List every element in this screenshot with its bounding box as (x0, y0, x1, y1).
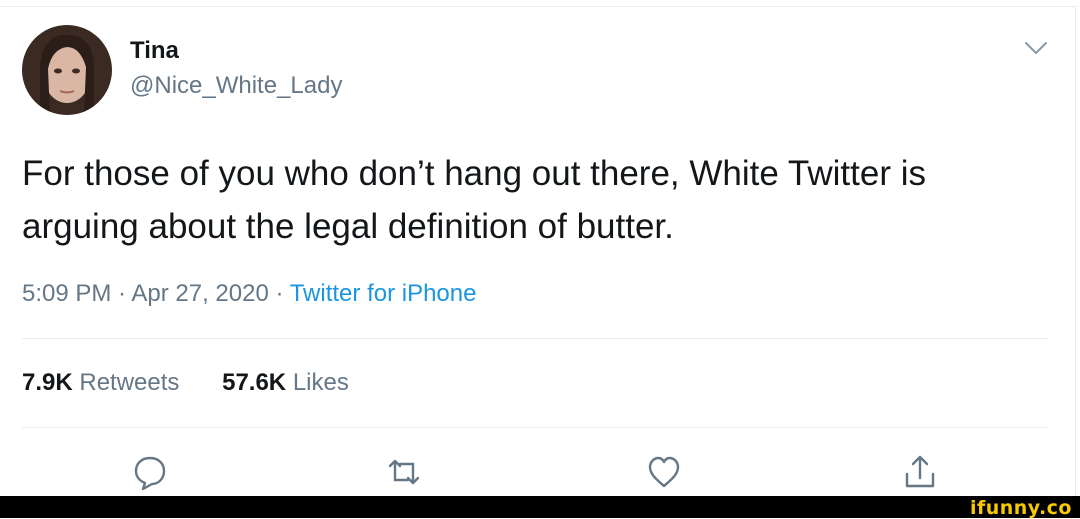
ifunny-watermark: ifunny.co (969, 497, 1072, 519)
watermark-bar (0, 496, 1080, 518)
avatar[interactable] (22, 25, 112, 115)
tweet-source[interactable]: Twitter for iPhone (290, 280, 477, 307)
tweet-timestamp[interactable]: 5:09 PM · Apr 27, 2020 · (22, 280, 290, 307)
likes-label: Likes (292, 369, 349, 396)
share-icon[interactable] (902, 452, 938, 492)
likes-stat[interactable]: 57.6K Likes (222, 369, 349, 397)
tweet-meta: 5:09 PM · Apr 27, 2020 · Twitter for iPh… (22, 280, 476, 308)
author-name[interactable]: Tina (130, 37, 179, 65)
retweets-count: 7.9K (22, 369, 73, 396)
divider (22, 427, 1048, 428)
avatar-photo (22, 25, 112, 115)
likes-count: 57.6K (222, 369, 287, 396)
tweet-stats: 7.9K Retweets 57.6K Likes (22, 369, 385, 397)
tweet-text: For those of you who don’t hang out ther… (22, 154, 927, 246)
divider (22, 338, 1048, 339)
retweets-label: Retweets (79, 369, 180, 396)
top-border (0, 6, 1075, 7)
retweet-icon[interactable] (386, 452, 422, 492)
right-border (1075, 6, 1076, 496)
reply-icon[interactable] (132, 452, 168, 492)
chevron-down-icon[interactable] (1023, 38, 1049, 58)
retweets-stat[interactable]: 7.9K Retweets (22, 369, 179, 397)
like-icon[interactable] (646, 452, 682, 492)
author-handle[interactable]: @Nice_White_Lady (130, 72, 342, 100)
